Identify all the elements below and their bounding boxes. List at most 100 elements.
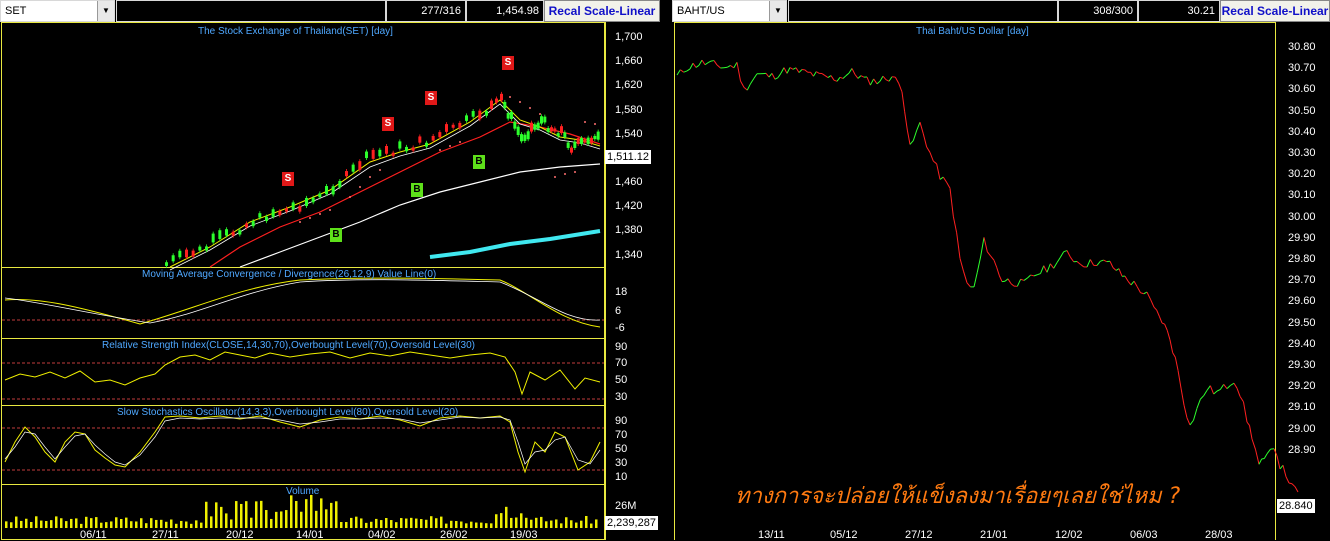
rate-segment — [1044, 266, 1047, 273]
rate-segment — [693, 63, 696, 67]
candle-body — [278, 211, 281, 215]
rate-segment — [1210, 386, 1213, 394]
rate-segment — [837, 77, 840, 81]
candle-body — [265, 217, 268, 221]
candle-body — [563, 132, 566, 137]
rate-segment — [1231, 383, 1235, 385]
volume-bar — [220, 507, 223, 528]
x-tick: 27/12 — [905, 529, 933, 541]
rate-segment — [967, 283, 971, 287]
rate-segment — [680, 70, 683, 72]
rate-segment — [1252, 439, 1256, 449]
volume-bar — [445, 524, 448, 528]
annotation-text: ทางการจะปล่อยให้แข็งลงมาเรื่อยๆเลยใช่ไหม… — [735, 478, 1180, 513]
rate-segment — [1060, 252, 1063, 258]
candle-body — [385, 146, 388, 154]
symbol-select[interactable]: SET ▼ — [0, 0, 115, 22]
volume-bar — [375, 519, 378, 528]
rate-segment — [1244, 402, 1248, 422]
candle-body — [425, 143, 428, 147]
volume-bar — [305, 499, 308, 528]
volume-bar — [175, 524, 178, 528]
volume-bar — [405, 519, 408, 528]
rate-segment — [991, 256, 994, 260]
rate-segment — [874, 79, 877, 84]
rate-segment — [1144, 292, 1147, 294]
rate-segment — [1259, 459, 1262, 464]
candle-body — [185, 250, 188, 258]
chevron-down-icon[interactable]: ▼ — [97, 1, 114, 21]
x-tick: 05/12 — [830, 529, 858, 541]
y-tick: 1,580 — [615, 105, 643, 116]
volume-bar — [350, 518, 353, 528]
y-tick: 1,540 — [615, 129, 643, 140]
rate-segment — [1116, 269, 1119, 271]
volume-bar — [280, 511, 283, 528]
candle-body — [412, 147, 415, 150]
rsi-panel-title: Relative Strength Index(CLOSE,14,30,70),… — [102, 340, 475, 351]
candle-body — [540, 116, 543, 123]
rate-segment — [1128, 281, 1131, 285]
volume-bar — [385, 518, 388, 528]
rate-segment — [731, 65, 734, 67]
candle-body — [205, 246, 208, 250]
recal-scale-button[interactable]: Recal Scale-Linear — [1220, 0, 1330, 22]
baht-usd-line — [677, 60, 1298, 492]
y-tick: -6 — [615, 323, 625, 334]
rate-segment — [1165, 324, 1168, 330]
rate-segment — [1247, 422, 1250, 425]
rate-segment — [1154, 307, 1157, 310]
volume-bar — [230, 519, 233, 528]
rate-segment — [997, 267, 1000, 275]
ma-short-line — [210, 122, 600, 267]
volume-bar — [505, 507, 508, 528]
rate-segment — [1224, 384, 1227, 388]
candle-body — [392, 153, 395, 156]
volume-bar — [455, 521, 458, 528]
volume-bar — [460, 522, 463, 528]
volume-bar — [365, 523, 368, 528]
candle-body — [465, 115, 468, 120]
y-tick: 30.80 — [1288, 42, 1316, 53]
candle-body — [378, 150, 381, 157]
rate-segment — [910, 141, 913, 145]
volume-bar — [90, 518, 93, 528]
volume-bar — [550, 521, 553, 528]
rate-segment — [1197, 399, 1200, 408]
symbol-select[interactable]: BAHT/US ▼ — [672, 0, 787, 22]
rate-segment — [1021, 279, 1024, 280]
volume-bar — [370, 522, 373, 528]
volume-bar — [225, 513, 228, 528]
volume-bar — [200, 523, 203, 528]
volume-bar — [340, 522, 343, 528]
buy-signal-marker: B — [411, 183, 423, 197]
toolbar-blank — [788, 0, 1058, 22]
rate-segment — [1070, 257, 1073, 262]
recal-scale-button[interactable]: Recal Scale-Linear — [544, 0, 660, 22]
left-chart-canvas — [0, 22, 662, 540]
rate-segment — [1141, 293, 1144, 294]
rate-segment — [1041, 266, 1044, 274]
rate-segment — [1280, 465, 1283, 469]
volume-bar — [300, 512, 303, 528]
candle-body — [478, 111, 481, 120]
rate-segment — [1031, 275, 1034, 276]
rate-segment — [940, 177, 943, 179]
volume-bar — [285, 510, 288, 528]
y-tick: 30 — [615, 458, 627, 469]
rate-segment — [1220, 384, 1223, 389]
volume-bar — [265, 510, 268, 528]
chevron-down-icon[interactable]: ▼ — [769, 1, 786, 21]
rate-segment — [687, 69, 690, 71]
candle-body — [218, 230, 221, 239]
rate-segment — [1175, 357, 1178, 370]
volume-bar — [485, 523, 488, 528]
x-tick: 28/03 — [1205, 529, 1233, 541]
rate-segment — [1207, 386, 1210, 391]
volume-bar — [415, 519, 418, 528]
rate-segment — [1190, 420, 1194, 425]
rate-segment — [994, 260, 997, 267]
y-tick: 1,620 — [615, 80, 643, 91]
stoch-panel-title: Slow Stochastics Oscillator(14,3,3),Over… — [117, 407, 458, 418]
volume-bar — [185, 521, 188, 528]
